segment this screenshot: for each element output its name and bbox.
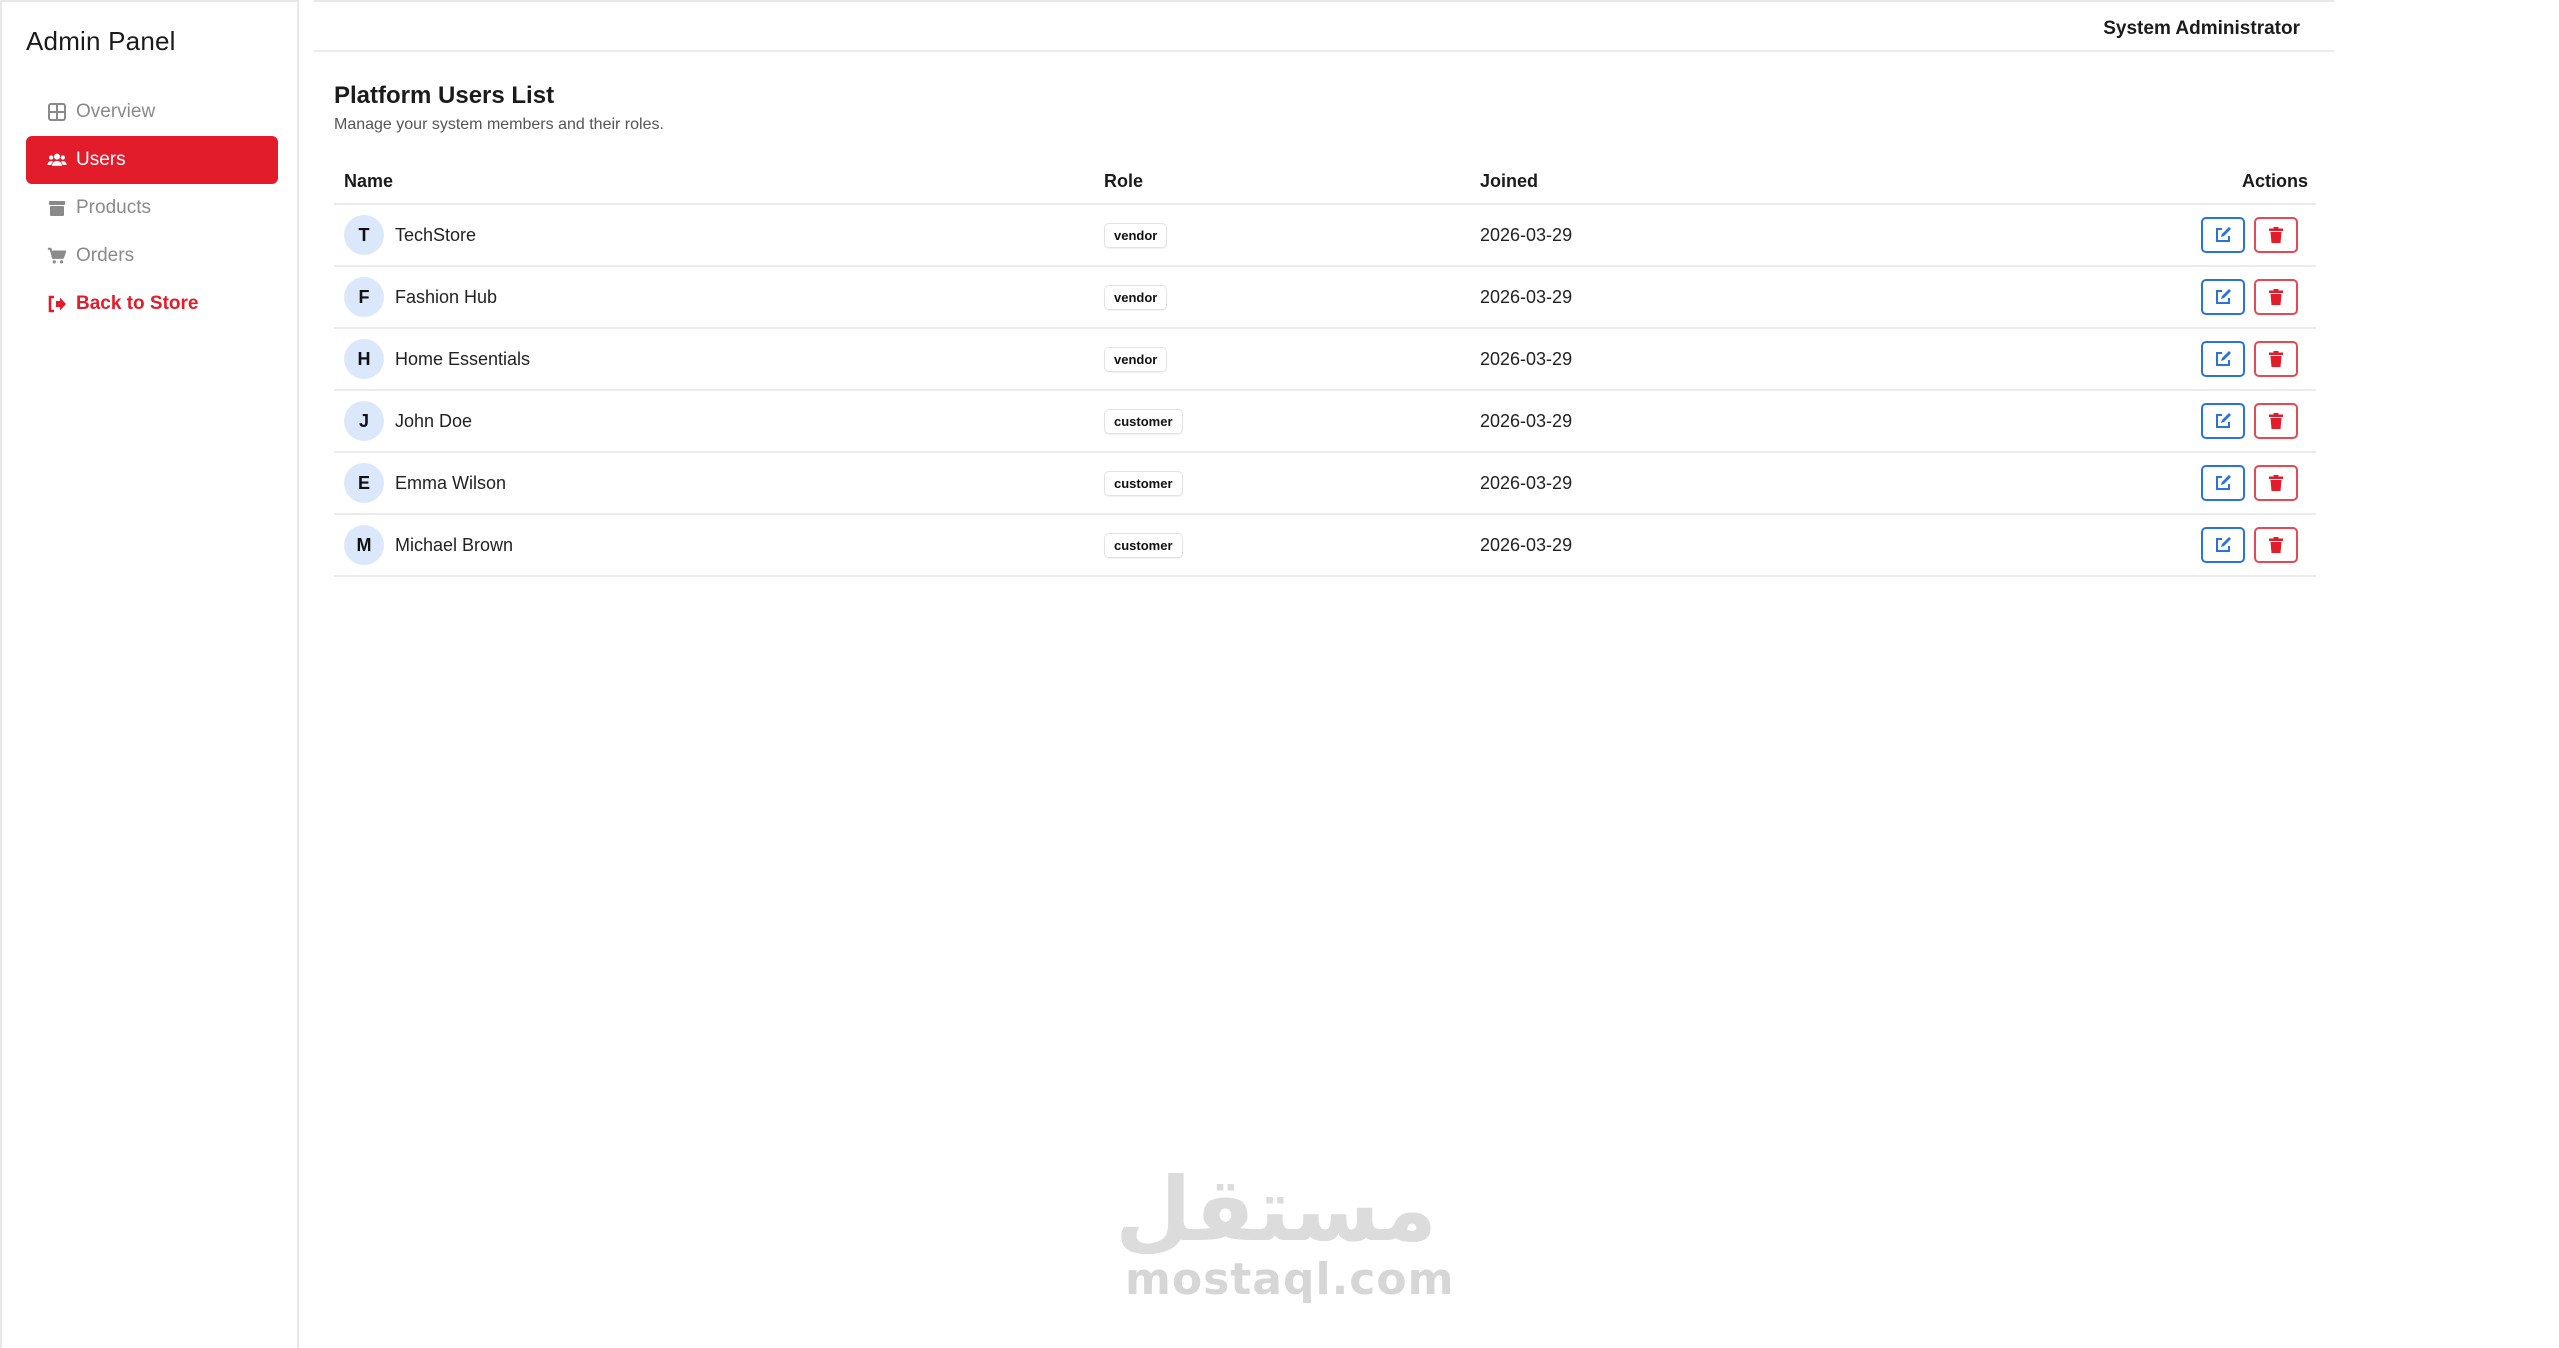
sidebar-item-orders[interactable]: Orders — [26, 232, 278, 280]
delete-button[interactable] — [2254, 279, 2298, 315]
edit-icon — [2216, 413, 2231, 428]
table-row: E Emma Wilson customer 2026-03-29 — [334, 452, 2316, 514]
joined-date: 2026-03-29 — [1480, 286, 1573, 307]
edit-icon — [2216, 537, 2231, 552]
sidebar: Admin Panel Overview Users Products Orde… — [0, 0, 299, 1348]
edit-button[interactable] — [2201, 403, 2245, 439]
delete-button[interactable] — [2254, 465, 2298, 501]
avatar: J — [344, 401, 384, 441]
users-table: Name Role Joined Actions T TechStore vend… — [334, 160, 2316, 577]
edit-icon — [2216, 351, 2231, 366]
role-badge: vendor — [1104, 284, 1168, 310]
joined-date: 2026-03-29 — [1480, 534, 1573, 555]
sidebar-item-label: Orders — [76, 245, 135, 266]
avatar: H — [344, 339, 384, 379]
column-header-joined: Joined — [1470, 160, 1970, 205]
user-name: Fashion Hub — [395, 286, 498, 307]
edit-button[interactable] — [2201, 527, 2245, 563]
column-header-role: Role — [1094, 160, 1470, 205]
top-bar: System Administrator — [314, 0, 2334, 52]
edit-icon — [2216, 227, 2231, 242]
sidebar-item-label: Products — [76, 197, 151, 218]
role-badge: vendor — [1104, 346, 1168, 372]
trash-icon — [2269, 289, 2283, 305]
back-to-store-label: Back to Store — [76, 293, 199, 314]
role-badge: customer — [1104, 470, 1183, 496]
back-to-store-link[interactable]: Back to Store — [26, 280, 278, 328]
table-row: J John Doe customer 2026-03-29 — [334, 390, 2316, 452]
trash-icon — [2269, 227, 2283, 243]
sidebar-item-label: Overview — [76, 101, 156, 122]
avatar: E — [344, 463, 384, 503]
watermark-arabic: مستقل — [1115, 1158, 1437, 1261]
table-row: F Fashion Hub vendor 2026-03-29 — [334, 266, 2316, 328]
watermark-latin: mostaql.com — [1125, 1254, 1455, 1305]
table-row: M Michael Brown customer 2026-03-29 — [334, 514, 2316, 576]
trash-icon — [2269, 351, 2283, 367]
user-name: John Doe — [395, 410, 473, 431]
current-user-name: System Administrator — [2103, 18, 2300, 39]
cart-icon — [46, 245, 68, 267]
joined-date: 2026-03-29 — [1480, 348, 1573, 369]
role-badge: vendor — [1104, 222, 1168, 248]
main-content: Platform Users List Manage your system m… — [334, 82, 2316, 577]
brand-title: Admin Panel — [26, 26, 176, 56]
role-badge: customer — [1104, 532, 1183, 558]
user-name: TechStore — [395, 224, 477, 245]
sidebar-nav: Overview Users Products Orders Back to S… — [26, 88, 278, 328]
delete-button[interactable] — [2254, 341, 2298, 377]
joined-date: 2026-03-29 — [1480, 224, 1573, 245]
trash-icon — [2269, 475, 2283, 491]
page-title: Platform Users List — [334, 82, 555, 109]
role-badge: customer — [1104, 408, 1183, 434]
column-header-actions: Actions — [1970, 160, 2316, 205]
joined-date: 2026-03-29 — [1480, 472, 1573, 493]
column-header-name: Name — [334, 160, 1094, 205]
edit-icon — [2216, 289, 2231, 304]
avatar: F — [344, 277, 384, 317]
edit-button[interactable] — [2201, 217, 2245, 253]
avatar: T — [344, 215, 384, 255]
watermark-logo: مستقل mostaql.com — [1115, 1158, 1455, 1306]
users-icon — [46, 149, 68, 171]
trash-icon — [2269, 537, 2283, 553]
sidebar-item-overview[interactable]: Overview — [26, 88, 278, 136]
table-row: T TechStore vendor 2026-03-29 — [334, 204, 2316, 266]
edit-button[interactable] — [2201, 279, 2245, 315]
edit-button[interactable] — [2201, 341, 2245, 377]
sidebar-item-products[interactable]: Products — [26, 184, 278, 232]
user-name: Home Essentials — [395, 348, 531, 369]
joined-date: 2026-03-29 — [1480, 410, 1573, 431]
table-row: H Home Essentials vendor 2026-03-29 — [334, 328, 2316, 390]
edit-button[interactable] — [2201, 465, 2245, 501]
box-icon — [46, 197, 68, 219]
app-root: Admin Panel Overview Users Products Orde… — [0, 0, 2559, 1348]
sign-out-icon — [46, 293, 68, 315]
delete-button[interactable] — [2254, 403, 2298, 439]
sidebar-item-label: Users — [76, 149, 126, 170]
delete-button[interactable] — [2254, 217, 2298, 253]
table-header: Name Role Joined Actions — [334, 160, 2316, 205]
user-name: Emma Wilson — [395, 472, 507, 493]
avatar: M — [344, 525, 384, 565]
trash-icon — [2269, 413, 2283, 429]
user-name: Michael Brown — [395, 534, 514, 555]
table-body: T TechStore vendor 2026-03-29 F Fashion Hu… — [334, 204, 2316, 576]
grid-icon — [46, 101, 68, 123]
delete-button[interactable] — [2254, 527, 2298, 563]
edit-icon — [2216, 475, 2231, 490]
page-subtitle: Manage your system members and their rol… — [334, 116, 664, 133]
sidebar-item-users[interactable]: Users — [26, 136, 278, 184]
